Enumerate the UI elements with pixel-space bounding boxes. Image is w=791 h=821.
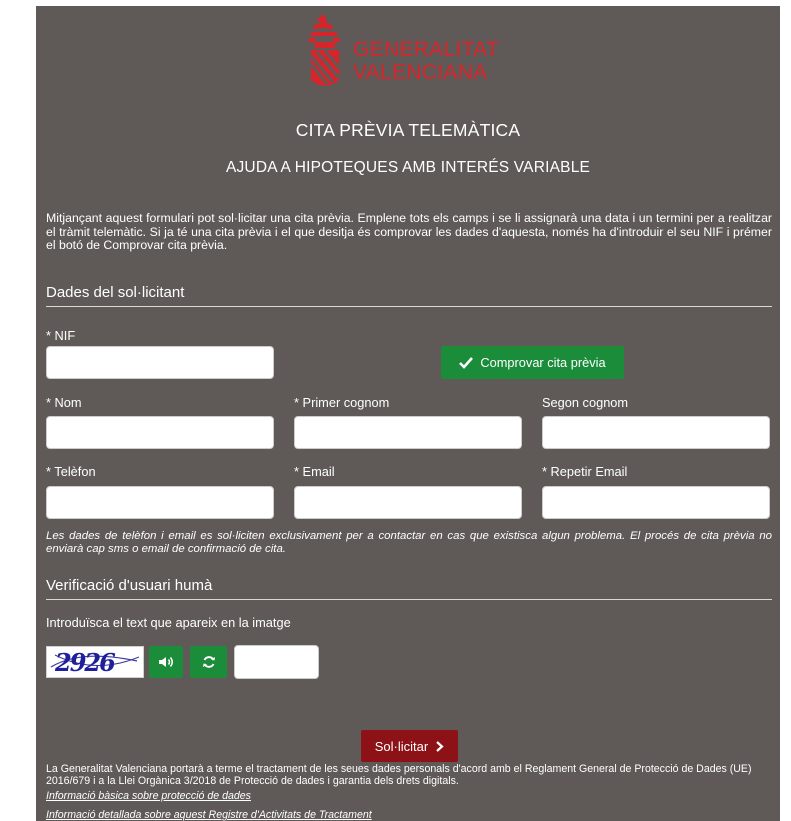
captcha-refresh-button[interactable]: [190, 646, 227, 678]
captcha-audio-button[interactable]: [149, 646, 183, 678]
repetir-email-input[interactable]: [542, 486, 770, 519]
segon-cognom-input[interactable]: [542, 416, 770, 449]
captcha-input[interactable]: [234, 645, 319, 679]
contact-note: Les dades de telèfon i email es sol·lici…: [46, 530, 772, 555]
primer-cognom-input[interactable]: [294, 416, 522, 449]
check-appointment-label: Comprovar cita prèvia: [480, 355, 606, 370]
detailed-processing-record-link[interactable]: Informació detallada sobre aquest Regist…: [46, 809, 372, 821]
checkmark-icon: [459, 356, 474, 369]
captcha-image: 2926: [46, 646, 144, 678]
nif-label: * NIF: [46, 328, 76, 343]
generalitat-logo: GENERALITAT VALENCIANA: [303, 12, 523, 94]
intro-text: Mitjançant aquest formulari pot sol·lici…: [46, 211, 772, 252]
submit-label: Sol·licitar: [374, 738, 429, 754]
generalitat-crest-icon: [309, 14, 341, 86]
chevron-right-icon: [436, 740, 444, 752]
basic-data-protection-link[interactable]: Informació bàsica sobre protecció de dad…: [46, 790, 251, 802]
repetir-email-label: * Repetir Email: [542, 464, 628, 479]
refresh-icon: [202, 656, 215, 668]
form-panel: GENERALITAT VALENCIANA CITA PRÈVIA TELEM…: [36, 6, 780, 821]
logo-line-1: GENERALITAT: [353, 38, 500, 61]
email-input[interactable]: [294, 486, 522, 519]
page-subtitle: AJUDA A HIPOTEQUES AMB INTERÉS VARIABLE: [225, 159, 591, 176]
legal-text: La Generalitat Valenciana portarà a term…: [46, 763, 752, 787]
telefon-label: * Telèfon: [46, 464, 96, 479]
check-appointment-button[interactable]: Comprovar cita prèvia: [441, 346, 624, 379]
email-label: * Email: [294, 464, 335, 479]
telefon-input[interactable]: [46, 486, 274, 519]
primer-cognom-label: * Primer cognom: [294, 395, 390, 410]
page-title: CITA PRÈVIA TELEMÀTICA: [295, 120, 521, 140]
nif-input[interactable]: [46, 346, 274, 379]
submit-button[interactable]: Sol·licitar: [361, 730, 458, 762]
nom-label: * Nom: [46, 395, 82, 410]
applicant-section-heading: Dades del sol·licitant: [46, 284, 772, 307]
captcha-text: 2926: [54, 648, 116, 677]
nom-input[interactable]: [46, 416, 274, 449]
speaker-icon: [159, 657, 173, 667]
generalitat-logo-text: GENERALITAT VALENCIANA: [353, 38, 499, 84]
captcha-section-heading: Verificació d'usuari humà: [46, 577, 772, 600]
segon-cognom-label: Segon cognom: [542, 395, 629, 410]
logo-line-2: VALENCIANA: [353, 61, 488, 84]
captcha-instruction: Introduïsca el text que apareix en la im…: [46, 615, 291, 630]
